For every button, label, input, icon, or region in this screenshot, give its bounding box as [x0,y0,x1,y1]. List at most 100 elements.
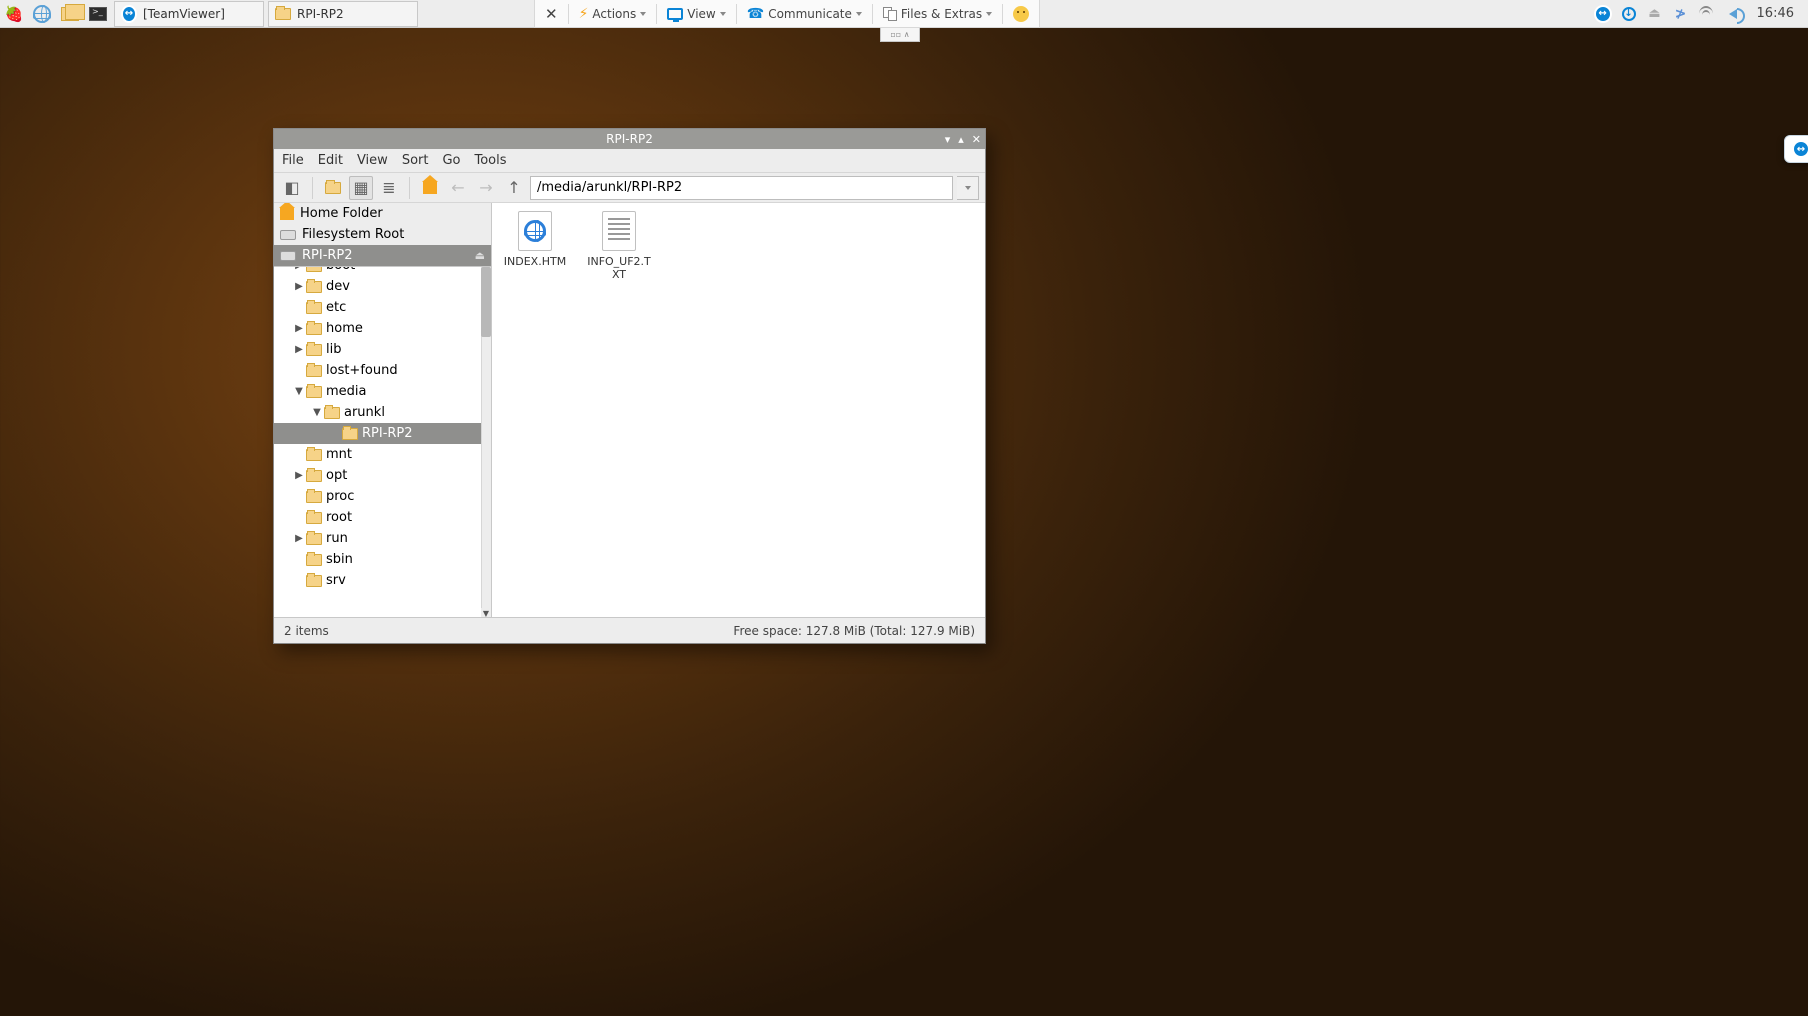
tree-item-media[interactable]: ▼ media [274,381,491,402]
statusbar: 2 items Free space: 127.8 MiB (Total: 12… [274,617,985,643]
launch-terminal-icon[interactable] [84,0,112,28]
tree-item-lost+found[interactable]: lost+found [274,360,491,381]
files-icon [883,7,897,21]
toggle-sidebar-button[interactable]: ◧ [280,176,304,200]
tree-item-label: etc [326,300,346,315]
tv-files-menu[interactable]: Files & Extras [877,1,998,27]
tree-item-home[interactable]: ▶home [274,318,491,339]
menu-sort[interactable]: Sort [402,153,429,168]
scroll-thumb[interactable] [481,267,491,337]
expand-icon[interactable]: ▶ [292,344,306,355]
tray-bluetooth-icon[interactable]: ≯ [1671,4,1691,24]
view-list-button[interactable]: ≣ [377,176,401,200]
menu-tools[interactable]: Tools [475,153,507,168]
tree-item-label: dev [326,279,350,294]
tree-item-arunkl[interactable]: ▼ arunkl [274,402,491,423]
tree-item-srv[interactable]: srv [274,570,491,591]
expand-icon[interactable]: ▶ [292,470,306,481]
tv-close-button[interactable]: ✕ [539,1,564,27]
tree-item-label: media [326,384,367,399]
tv-toolbar-handle[interactable]: ▫▫ ∧ [880,28,920,42]
menu-file[interactable]: File [282,153,304,168]
go-back-button[interactable]: ← [446,176,470,200]
tray-updates-icon[interactable]: ↓ [1619,4,1639,24]
go-forward-button[interactable]: → [474,176,498,200]
tree-item-RPI-RP2[interactable]: RPI-RP2 [274,423,491,444]
folder-icon [324,407,340,419]
place-rpi-rp2[interactable]: RPI-RP2⏏ [274,245,491,266]
menu-edit[interactable]: Edit [318,153,343,168]
tree-scrollbar[interactable]: ▲ ▼ [481,267,491,617]
scroll-down-icon[interactable]: ▼ [481,608,491,617]
expand-icon[interactable]: ▶ [292,267,306,271]
go-home-button[interactable] [418,176,442,200]
launch-files-icon[interactable] [56,0,84,28]
phone-icon: ☎ [747,6,764,22]
task-label: RPI-RP2 [297,7,344,21]
tree-item-etc[interactable]: etc [274,297,491,318]
tray-volume-icon[interactable] [1723,4,1743,24]
tree-item-label: proc [326,489,354,504]
folder-icon [306,470,322,482]
file-name: INDEX.HTM [504,255,566,268]
task-filemanager[interactable]: RPI-RP2 [268,1,418,27]
place-home[interactable]: Home Folder [274,203,491,224]
address-dropdown-button[interactable] [957,176,979,200]
new-folder-button[interactable] [321,176,345,200]
tree-item-run[interactable]: ▶run [274,528,491,549]
tree-item-label: srv [326,573,346,588]
task-label: [TeamViewer] [143,7,225,21]
folder-icon [306,365,322,377]
home-icon [280,208,294,220]
tree-item-opt[interactable]: ▶opt [274,465,491,486]
window-minimize-button[interactable]: ▾ [945,133,951,146]
tree-item-dev[interactable]: ▶ dev [274,276,491,297]
tree-item-label: root [326,510,352,525]
place-filesystem-root[interactable]: Filesystem Root [274,224,491,245]
expand-icon[interactable]: ▶ [292,281,306,292]
tree-item-label: lost+found [326,363,398,378]
file-INFO_UF2.TXT[interactable]: INFO_UF2.TXT [584,211,654,281]
window-maximize-button[interactable]: ▴ [958,133,964,146]
file-manager-window: RPI-RP2 ▾ ▴ ✕ File Edit View Sort Go Too… [273,128,986,644]
tv-actions-menu[interactable]: ⚡Actions [573,1,653,27]
folder-icon [306,554,322,566]
eject-icon[interactable]: ⏏ [475,249,485,262]
file-INDEX.HTM[interactable]: INDEX.HTM [500,211,570,268]
address-bar[interactable]: /media/arunkl/RPI-RP2 [530,176,953,200]
tree-item-boot[interactable]: ▶boot [274,267,491,276]
tree-item-mnt[interactable]: mnt [274,444,491,465]
tree-item-sbin[interactable]: sbin [274,549,491,570]
tray-eject-icon[interactable]: ⏏ [1645,4,1665,24]
expand-icon[interactable]: ▶ [292,533,306,544]
expand-icon[interactable]: ▼ [292,386,306,397]
tv-view-menu[interactable]: View [661,1,731,27]
expand-icon[interactable]: ▶ [292,323,306,334]
tree-item-label: arunkl [344,405,385,420]
tree-item-lib[interactable]: ▶lib [274,339,491,360]
tree-item-root[interactable]: root [274,507,491,528]
folder-icon [306,323,322,335]
toolbar: ◧ ▦ ≣ ← → ↑ /media/arunkl/RPI-RP2 [274,173,985,203]
view-icons-button[interactable]: ▦ [349,176,373,200]
file-pane[interactable]: INDEX.HTM INFO_UF2.TXT [492,203,985,617]
tray-wifi-icon[interactable] [1697,4,1717,24]
launch-web-icon[interactable] [28,0,56,28]
window-close-button[interactable]: ✕ [972,133,981,146]
menu-view[interactable]: View [357,153,388,168]
menu-raspberry-icon[interactable]: 🍓 [0,0,28,28]
task-teamviewer[interactable]: ↔ [TeamViewer] [114,1,264,27]
go-up-button[interactable]: ↑ [502,176,526,200]
drive-icon [280,230,296,240]
tv-feedback-button[interactable] [1007,1,1035,27]
menu-go[interactable]: Go [442,153,460,168]
folder-icon [306,386,322,398]
tv-communicate-menu[interactable]: ☎Communicate [741,1,868,27]
teamviewer-panel-tab[interactable]: ↔ [1784,135,1808,163]
drive-icon [280,251,296,261]
tree-item-proc[interactable]: proc [274,486,491,507]
expand-icon[interactable]: ▼ [310,407,324,418]
tray-teamviewer-icon[interactable]: ↔ [1593,4,1613,24]
window-titlebar[interactable]: RPI-RP2 ▾ ▴ ✕ [274,129,985,149]
clock[interactable]: 16:46 [1749,6,1802,21]
